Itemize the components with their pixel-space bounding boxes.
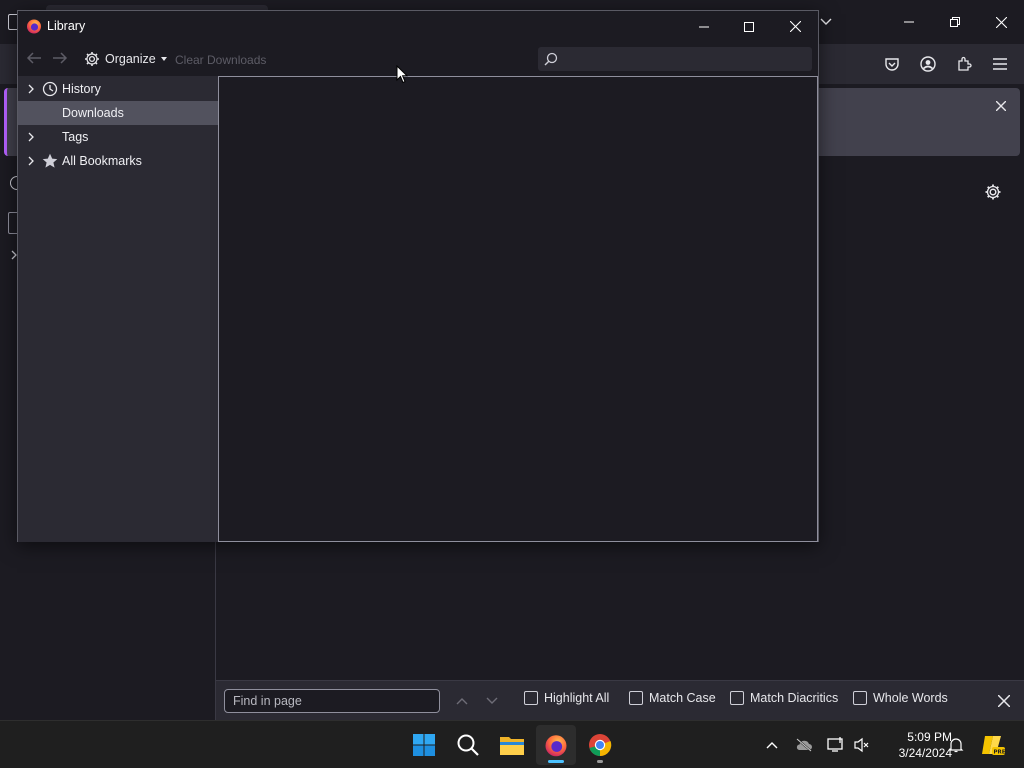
- firefox-taskbar-button[interactable]: [536, 725, 576, 765]
- copilot-pre-icon[interactable]: PRE: [980, 735, 1006, 756]
- windows-logo-icon: [413, 734, 435, 756]
- tree-item-downloads[interactable]: Downloads: [18, 101, 218, 125]
- whole-words-checkbox[interactable]: [853, 691, 867, 705]
- match-case-option[interactable]: Match Case: [629, 691, 716, 705]
- volume-muted-icon[interactable]: [852, 735, 872, 755]
- match-diacritics-label: Match Diacritics: [750, 691, 839, 705]
- library-tree: History Downloads Tags All Bookmarks: [18, 76, 218, 542]
- gear-icon[interactable]: [982, 181, 1004, 203]
- active-indicator: [548, 760, 564, 763]
- close-window-button[interactable]: [978, 0, 1024, 44]
- organize-label: Organize: [105, 52, 156, 66]
- close-icon[interactable]: [991, 96, 1011, 116]
- search-icon: [457, 734, 479, 756]
- library-toolbar: Organize Clear Downloads: [18, 42, 818, 76]
- clock-date: 3/24/2024: [898, 746, 952, 760]
- tree-item-all-bookmarks[interactable]: All Bookmarks: [18, 149, 218, 173]
- clock-icon: [42, 81, 58, 97]
- list-all-tabs-icon[interactable]: [816, 14, 836, 30]
- chevron-right-icon[interactable]: [26, 132, 36, 142]
- notification-bell-icon[interactable]: [946, 735, 966, 755]
- system-clock[interactable]: 5:09 PM 3/24/2024: [876, 729, 952, 761]
- find-next-button[interactable]: [480, 689, 504, 713]
- account-icon[interactable]: [916, 52, 940, 76]
- back-arrow-icon[interactable]: [26, 51, 44, 67]
- library-maximize-button[interactable]: [726, 11, 772, 42]
- find-bar: Highlight All Match Case Match Diacritic…: [216, 680, 1024, 720]
- match-case-checkbox[interactable]: [629, 691, 643, 705]
- match-diacritics-checkbox[interactable]: [730, 691, 744, 705]
- network-icon[interactable]: [826, 735, 846, 755]
- restore-button[interactable]: [932, 0, 978, 44]
- svg-text:PRE: PRE: [994, 750, 1006, 756]
- tree-item-label: Downloads: [62, 106, 124, 120]
- find-in-page-input[interactable]: [224, 689, 440, 713]
- library-titlebar: Library: [18, 11, 818, 42]
- close-find-bar-icon[interactable]: [992, 689, 1016, 713]
- library-title: Library: [47, 19, 86, 33]
- chrome-taskbar-button[interactable]: [580, 725, 620, 765]
- star-icon: [42, 153, 58, 168]
- library-window: Library Organize Clear Downloads History…: [17, 10, 819, 542]
- tree-item-label: Tags: [62, 130, 89, 144]
- folder-icon: [500, 737, 524, 755]
- library-minimize-button[interactable]: [681, 11, 727, 42]
- clock-time: 5:09 PM: [907, 730, 952, 744]
- tree-item-label: All Bookmarks: [62, 154, 142, 168]
- highlight-all-option[interactable]: Highlight All: [524, 691, 609, 705]
- taskbar-search-button[interactable]: [448, 725, 488, 765]
- file-explorer-button[interactable]: [492, 725, 532, 765]
- whole-words-label: Whole Words: [873, 691, 948, 705]
- whole-words-option[interactable]: Whole Words: [853, 691, 948, 705]
- minimize-button[interactable]: [886, 0, 932, 44]
- match-diacritics-option[interactable]: Match Diacritics: [730, 691, 838, 705]
- dropdown-arrow-icon: [160, 57, 167, 61]
- tree-item-label: History: [62, 82, 101, 96]
- menu-icon[interactable]: [988, 52, 1012, 76]
- extensions-icon[interactable]: [952, 52, 976, 76]
- onedrive-offline-icon[interactable]: [794, 735, 814, 755]
- firefox-icon: [545, 735, 567, 757]
- pocket-icon[interactable]: [880, 52, 904, 76]
- windows-start-button[interactable]: [404, 725, 444, 765]
- gear-icon: [85, 52, 99, 66]
- library-search-input[interactable]: [564, 52, 794, 66]
- chevron-right-icon[interactable]: [26, 156, 36, 166]
- chevron-right-icon[interactable]: [26, 84, 36, 94]
- running-indicator: [597, 760, 603, 763]
- highlight-all-checkbox[interactable]: [524, 691, 538, 705]
- clear-downloads-button[interactable]: Clear Downloads: [175, 53, 266, 67]
- library-search-box[interactable]: [538, 47, 812, 71]
- mouse-cursor-icon: [396, 65, 408, 84]
- forward-arrow-icon[interactable]: [52, 51, 70, 67]
- taskbar: 5:09 PM 3/24/2024 PRE: [0, 720, 1024, 768]
- chrome-icon: [589, 734, 612, 757]
- firefox-logo-icon: [26, 18, 42, 34]
- chevron-up-icon[interactable]: [762, 735, 782, 755]
- tree-item-history[interactable]: History: [18, 77, 218, 101]
- tree-item-tags[interactable]: Tags: [18, 125, 218, 149]
- organize-button[interactable]: Organize: [84, 49, 167, 69]
- search-icon: [544, 52, 558, 66]
- downloads-list[interactable]: [218, 76, 818, 542]
- library-close-button[interactable]: [772, 11, 818, 42]
- find-previous-button[interactable]: [450, 689, 474, 713]
- highlight-all-label: Highlight All: [544, 691, 610, 705]
- match-case-label: Match Case: [649, 691, 716, 705]
